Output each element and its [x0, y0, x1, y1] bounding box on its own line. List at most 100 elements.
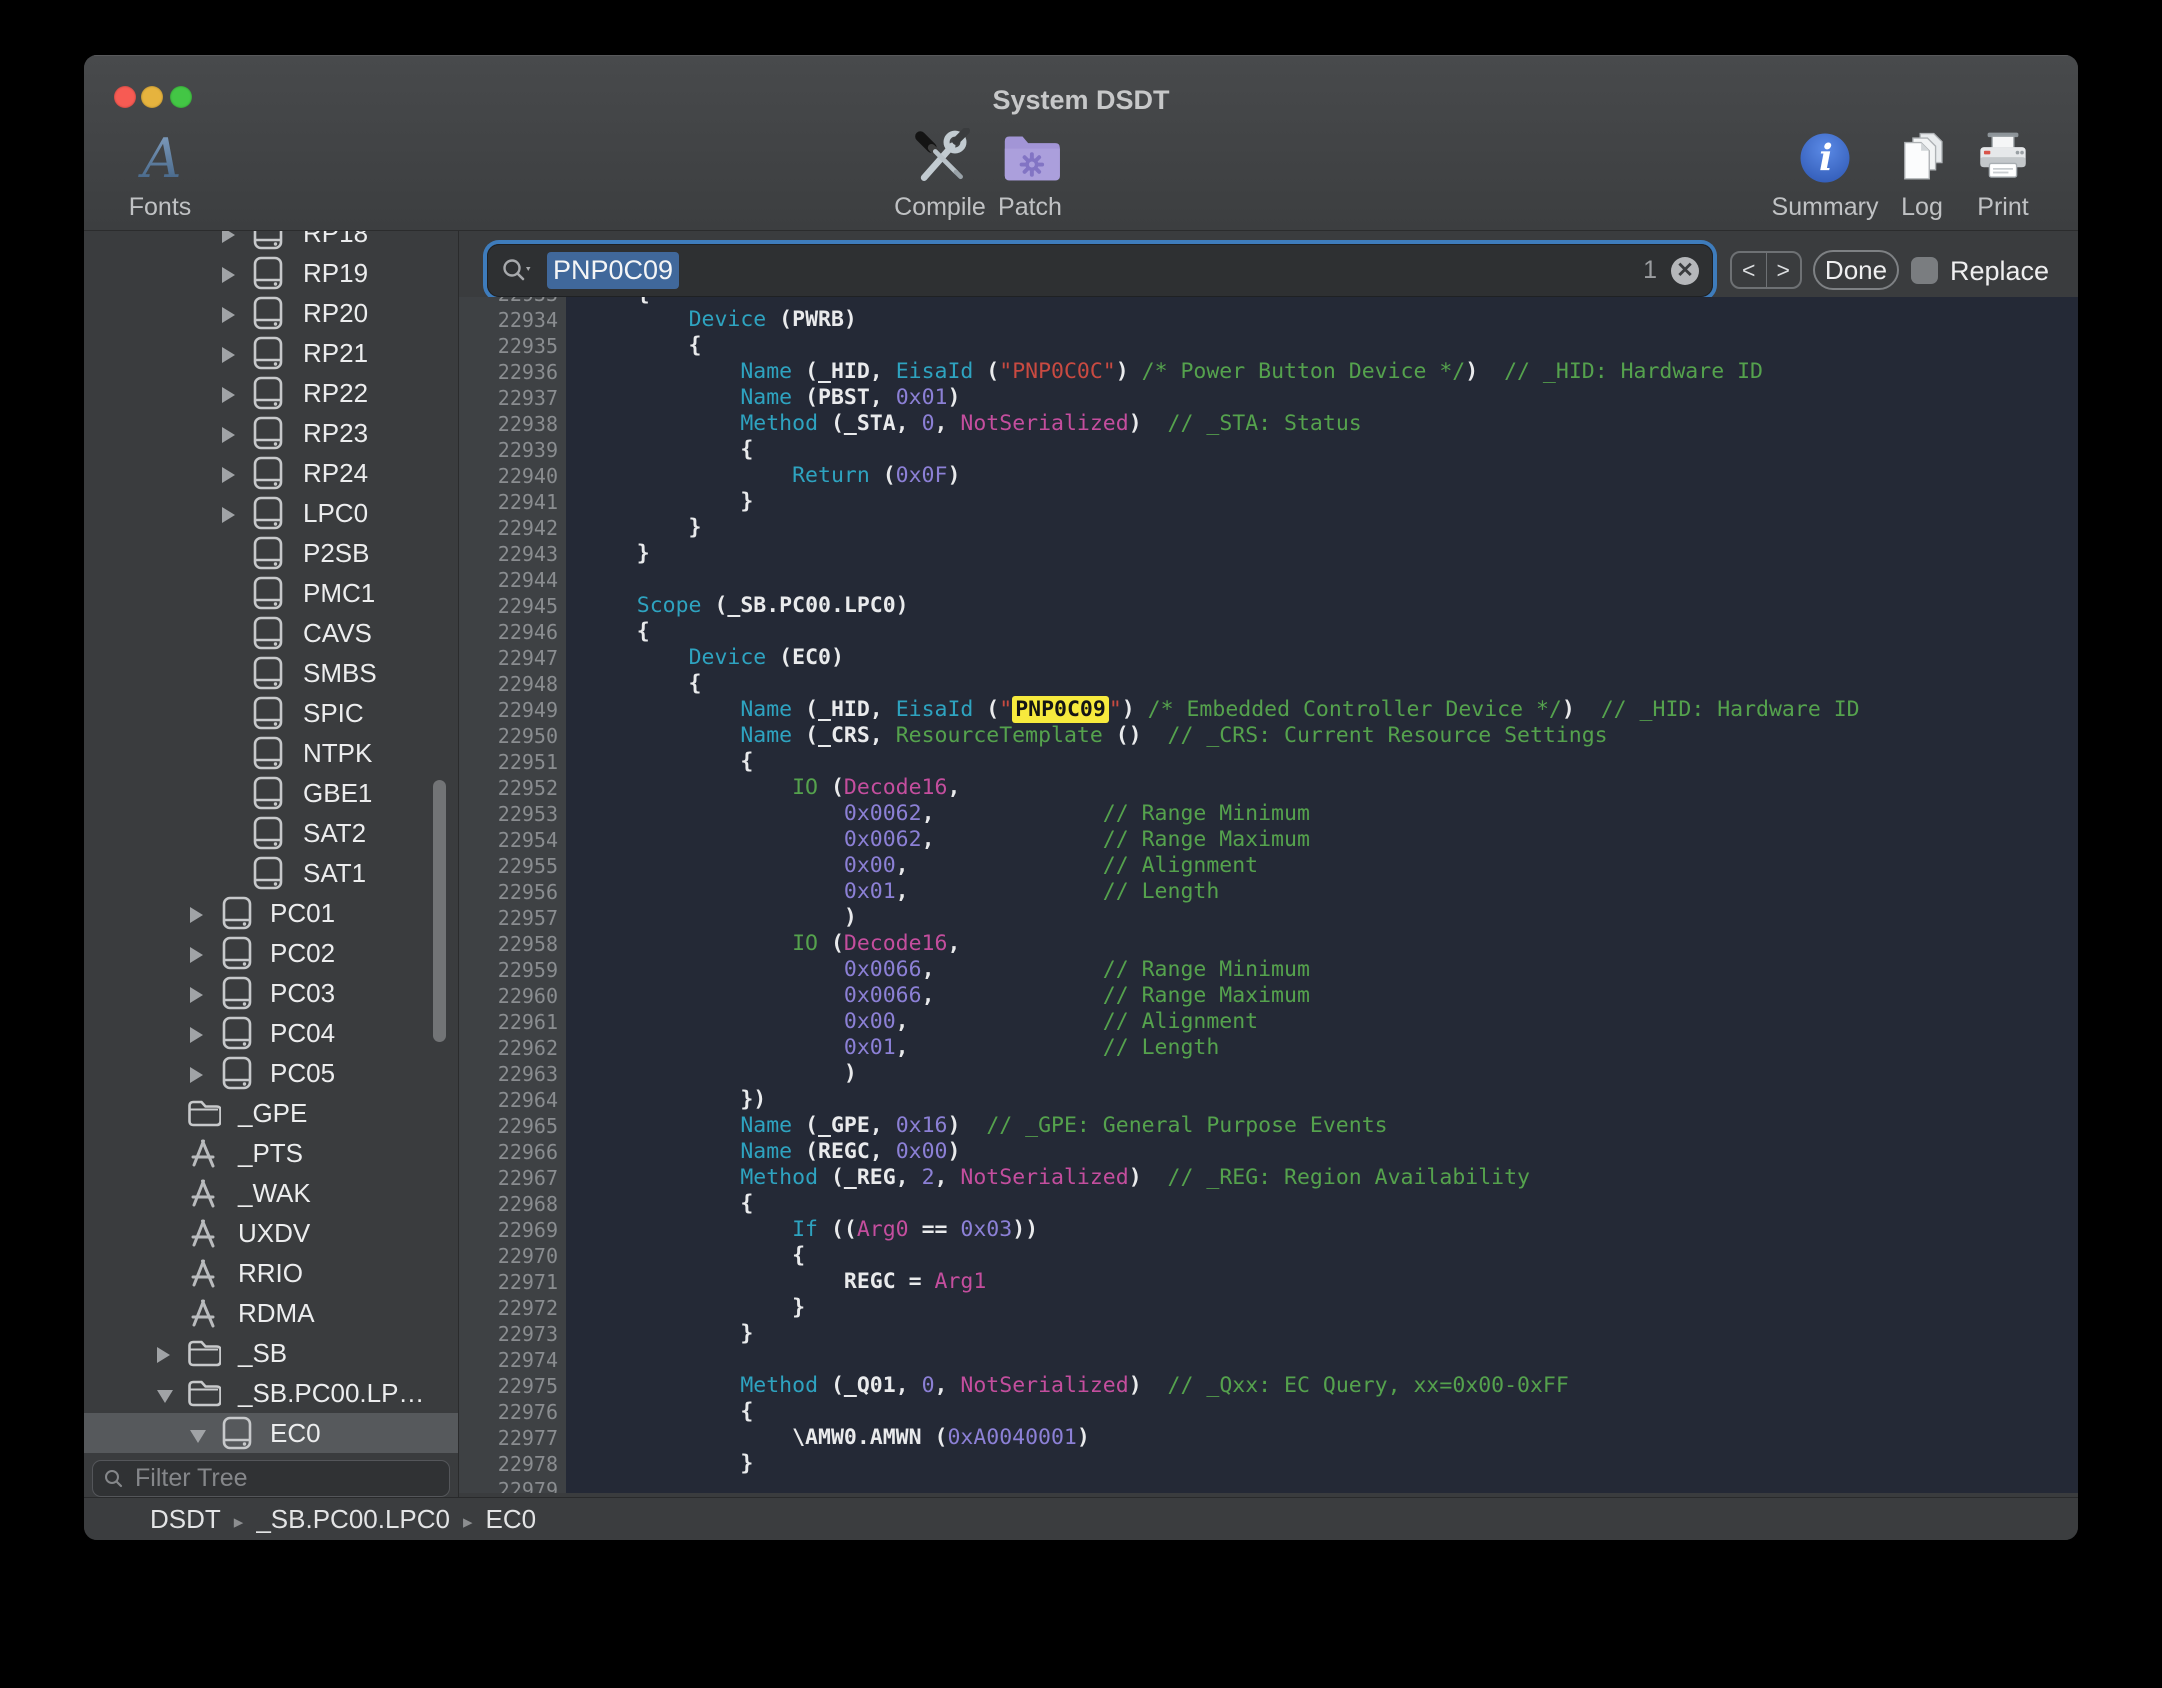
sidebar-item-rp23[interactable]: RP23 [84, 413, 458, 453]
breadcrumb-item[interactable]: _SB.PC00.LPC0 [256, 1504, 450, 1534]
sidebar-item-label: PC04 [270, 1018, 335, 1049]
clear-search-icon[interactable]: ✕ [1671, 257, 1699, 285]
device-icon [252, 696, 284, 730]
chevron-down-icon[interactable] [157, 1390, 173, 1403]
sidebar-item-_sb[interactable]: _SB [84, 1333, 458, 1373]
toolbar-item-print[interactable]: Print [1938, 127, 2068, 222]
sidebar-item-smbs[interactable]: SMBS [84, 653, 458, 693]
namespace-tree[interactable]: RP18RP19RP20RP21 RP22 RP23RP24LPC0 P2SB PMC1… [84, 231, 458, 1459]
sidebar-item-_sbpc00lp[interactable]: _SB.PC00.LP… [84, 1373, 458, 1413]
sidebar-item-rp20[interactable]: RP20 [84, 293, 458, 333]
sidebar-item-label: SAT1 [303, 858, 366, 889]
device-icon [252, 536, 284, 570]
sidebar-scrollbar[interactable] [433, 780, 446, 1042]
sidebar-item-pc05[interactable]: PC05 [84, 1053, 458, 1093]
sidebar-item-rp22[interactable]: RP22 [84, 373, 458, 413]
chevron-right-icon[interactable] [222, 467, 235, 483]
sidebar-item-rp24[interactable]: RP24 [84, 453, 458, 493]
sidebar-item-sat2[interactable]: SAT2 [84, 813, 458, 853]
filter-tree-input[interactable]: Filter Tree [92, 1460, 450, 1497]
sidebar-item-rp21[interactable]: RP21 [84, 333, 458, 373]
line-number: 22963 [459, 1061, 566, 1087]
breadcrumb-item[interactable]: DSDT [150, 1504, 221, 1534]
sidebar-item-label: RP22 [303, 378, 368, 409]
sidebar-item-uxdv[interactable]: UXDV [84, 1213, 458, 1253]
device-icon [252, 576, 284, 610]
code-line: 0x00, // Alignment [566, 853, 2078, 879]
code-line: { [566, 1399, 2078, 1425]
code-line: Device (PWRB) [566, 307, 2078, 333]
sidebar-item-pmc1[interactable]: PMC1 [84, 573, 458, 613]
sidebar-item-gbe1[interactable]: GBE1 [84, 773, 458, 813]
sidebar-item-pc01[interactable]: PC01 [84, 893, 458, 933]
chevron-right-icon[interactable] [222, 347, 235, 363]
toolbar-item-patch[interactable]: Patch [965, 127, 1095, 222]
done-button[interactable]: Done [1813, 250, 1899, 290]
method-icon [187, 1216, 219, 1250]
chevron-right-icon[interactable] [190, 907, 203, 923]
line-number: 22945 [459, 593, 566, 619]
sidebar-item-_gpe[interactable]: _GPE [84, 1093, 458, 1133]
line-number: 22960 [459, 983, 566, 1009]
search-icon[interactable] [501, 256, 535, 286]
device-icon [252, 496, 284, 530]
chevron-right-icon[interactable] [190, 1027, 203, 1043]
find-previous-button[interactable]: < [1732, 253, 1767, 287]
code-line: 0x00, // Alignment [566, 1009, 2078, 1035]
chevron-down-icon[interactable] [190, 1430, 206, 1443]
chevron-right-icon[interactable] [190, 947, 203, 963]
sidebar-item-sat1[interactable]: SAT1 [84, 853, 458, 893]
line-number: 22959 [459, 957, 566, 983]
sidebar-item-cavs[interactable]: CAVS [84, 613, 458, 653]
code-line: { [566, 671, 2078, 697]
code-line: } [566, 541, 2078, 567]
find-next-button[interactable]: > [1767, 253, 1801, 287]
chevron-right-icon[interactable] [222, 427, 235, 443]
code-line: Device (EC0) [566, 645, 2078, 671]
sidebar-item-rrio[interactable]: RRIO [84, 1253, 458, 1293]
window-title: System DSDT [84, 85, 2078, 116]
device-icon [252, 856, 284, 890]
line-number: 22947 [459, 645, 566, 671]
replace-checkbox[interactable] [1911, 257, 1938, 284]
sidebar-item-lpc0[interactable]: LPC0 [84, 493, 458, 533]
sidebar-item-rdma[interactable]: RDMA [84, 1293, 458, 1333]
sidebar-item-_pts[interactable]: _PTS [84, 1133, 458, 1173]
code-line: } [566, 515, 2078, 541]
code-editor[interactable]: { Device (PWRB) { Name (_HID, EisaId ("P… [566, 297, 2078, 1493]
device-icon [252, 816, 284, 850]
sidebar-item-p2sb[interactable]: P2SB [84, 533, 458, 573]
line-number: 22936 [459, 359, 566, 385]
toolbar-item-fonts[interactable]: AFonts [95, 127, 225, 222]
sidebar-item-rp19[interactable]: RP19 [84, 253, 458, 293]
line-number: 22939 [459, 437, 566, 463]
sidebar-item-ec0[interactable]: EC0 [84, 1413, 458, 1453]
line-number: 22973 [459, 1321, 566, 1347]
sidebar-item-label: P2SB [303, 538, 370, 569]
breadcrumb-separator: ▸ [463, 1512, 473, 1533]
breadcrumb-item[interactable]: EC0 [486, 1504, 537, 1534]
chevron-right-icon[interactable] [190, 987, 203, 1003]
sidebar-item-_wak[interactable]: _WAK [84, 1173, 458, 1213]
code-line: REGC = Arg1 [566, 1269, 2078, 1295]
sidebar-item-pc04[interactable]: PC04 [84, 1013, 458, 1053]
sidebar-item-spic[interactable]: SPIC [84, 693, 458, 733]
find-input[interactable]: PNP0C09 1 ✕ [487, 244, 1713, 297]
chevron-right-icon[interactable] [222, 307, 235, 323]
chevron-right-icon[interactable] [190, 1067, 203, 1083]
chevron-right-icon[interactable] [222, 267, 235, 283]
match-count: 1 [1643, 256, 1657, 285]
device-icon [252, 336, 284, 370]
chevron-right-icon[interactable] [222, 231, 235, 243]
sidebar-item-pc03[interactable]: PC03 [84, 973, 458, 1013]
chevron-right-icon[interactable] [222, 387, 235, 403]
sidebar-item-label: _PTS [238, 1138, 303, 1169]
chevron-right-icon[interactable] [157, 1347, 170, 1363]
line-number: 22938 [459, 411, 566, 437]
chevron-right-icon[interactable] [222, 507, 235, 523]
line-number: 22962 [459, 1035, 566, 1061]
sidebar-item-label: _GPE [238, 1098, 307, 1129]
sidebar-item-rp18[interactable]: RP18 [84, 231, 458, 253]
sidebar-item-ntpk[interactable]: NTPK [84, 733, 458, 773]
sidebar-item-pc02[interactable]: PC02 [84, 933, 458, 973]
